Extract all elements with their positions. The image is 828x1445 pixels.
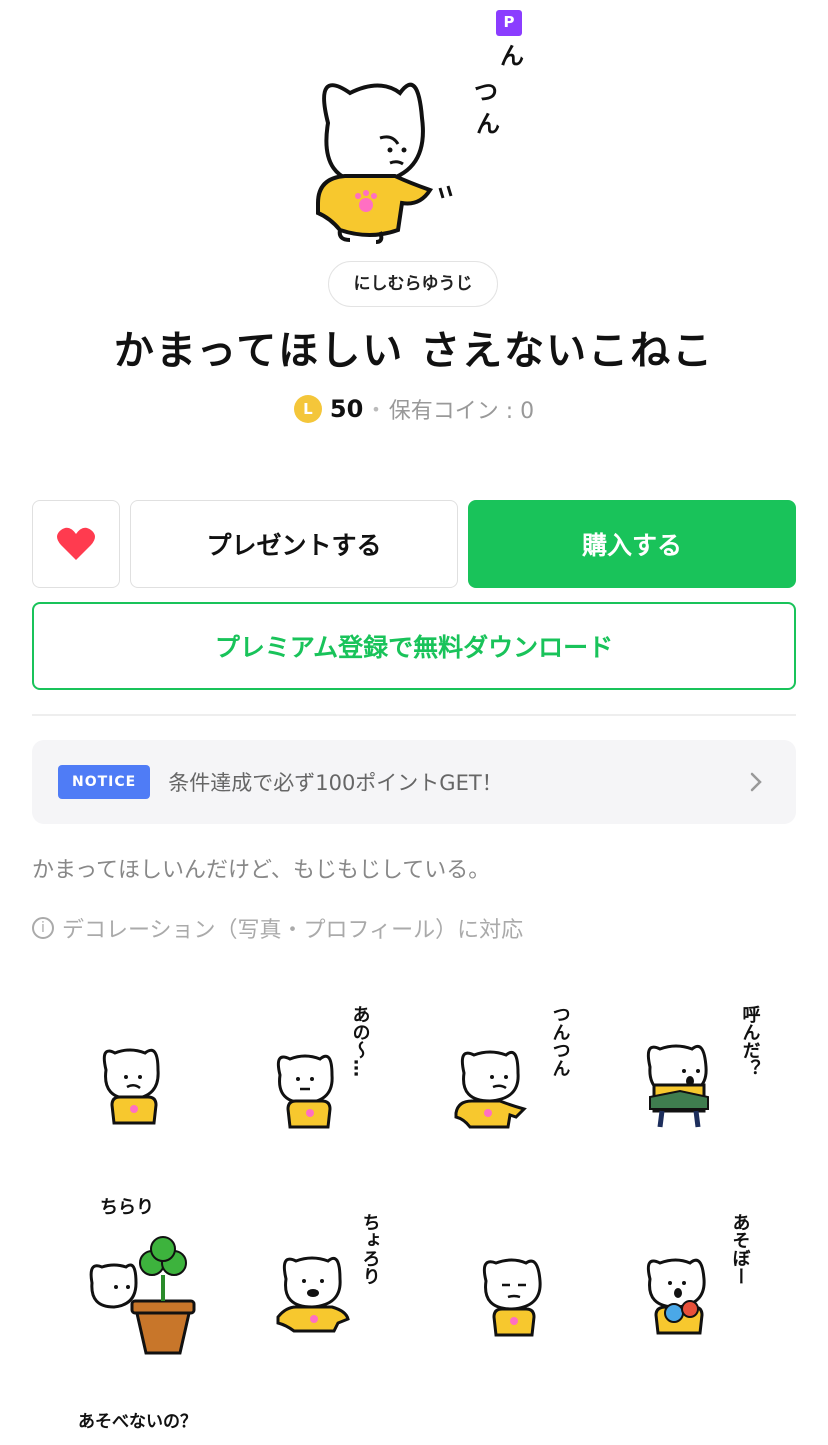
sticker-item[interactable]: あそぼー <box>610 1185 790 1370</box>
decoration-support-text: デコレーション（写真・プロフィール）に対応 <box>62 918 524 943</box>
hero-caption-char: ん <box>500 42 524 70</box>
notice-banner[interactable]: NOTICE 条件達成で必ず100ポイントGET！ <box>32 740 796 824</box>
sticker-item[interactable] <box>40 975 220 1160</box>
sticker-item[interactable]: ちょろり <box>230 1185 410 1370</box>
sticker-caption: 呼んだ？ <box>740 1005 761 1077</box>
info-icon: i <box>32 917 54 939</box>
line-coin-icon: L <box>293 395 322 423</box>
notice-badge: NOTICE <box>58 765 151 799</box>
sticker-caption: つんつん <box>550 1005 571 1077</box>
sticker-item[interactable]: あそべないの？ <box>40 1395 220 1445</box>
sticker-item[interactable]: 呼んだ？ <box>610 975 790 1160</box>
heart-icon <box>57 527 95 560</box>
hero-caption-char: ん <box>476 110 500 138</box>
buy-button[interactable]: 購入する <box>468 500 796 588</box>
hero-sticker-image: ん つ ん <box>316 42 524 244</box>
sticker-item[interactable]: つんつん <box>420 975 600 1160</box>
hero-caption-char: つ <box>474 78 498 106</box>
gift-button[interactable]: プレゼントする <box>130 500 458 588</box>
sticker-caption: あの〜… <box>350 1005 371 1077</box>
price-amount: 50 <box>329 395 364 423</box>
decoration-support-row: i デコレーション（写真・プロフィール）に対応 <box>32 912 523 944</box>
notice-text: 条件達成で必ず100ポイントGET！ <box>168 771 503 795</box>
sticker-caption: あそぼー <box>730 1213 751 1285</box>
sticker-item[interactable]: あの〜… <box>230 975 410 1160</box>
sticker-description: かまってほしいんだけど、もじもじしている。 <box>32 858 491 883</box>
chevron-right-icon <box>750 772 762 792</box>
divider <box>32 714 796 716</box>
sticker-caption: ちらり <box>100 1197 154 1218</box>
price-separator: • <box>371 399 381 419</box>
price-row: L 50 • 保有コイン : 0 <box>0 392 828 426</box>
like-button[interactable] <box>32 500 120 588</box>
sticker-item[interactable] <box>420 1185 600 1370</box>
sticker-caption: あそべないの？ <box>78 1412 197 1432</box>
owned-coins-label: 保有コイン : 0 <box>388 399 535 424</box>
creator-name-chip[interactable]: にしむらゆうじ <box>328 261 498 307</box>
sticker-item[interactable]: ちらり <box>40 1185 220 1370</box>
sticker-caption: ちょろり <box>360 1213 381 1285</box>
premium-download-button[interactable]: プレミアム登録で無料ダウンロード <box>32 602 796 690</box>
sticker-title: かまってほしい さえないこねこ <box>113 328 715 374</box>
